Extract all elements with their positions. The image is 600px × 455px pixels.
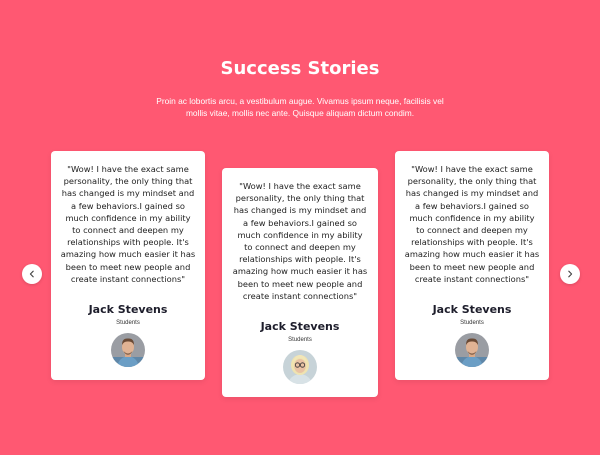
testimonial-quote: "Wow! I have the exact same personality,…: [60, 164, 196, 284]
section-title: Success Stories: [220, 58, 380, 79]
testimonial-card: "Wow! I have the exact same personality,…: [51, 151, 205, 380]
testimonial-card: "Wow! I have the exact same personality,…: [395, 151, 549, 380]
testimonial-name: Jack Stevens: [260, 320, 340, 334]
avatar: [283, 350, 317, 385]
section-subtitle: Proin ac lobortis arcu, a vestibulum aug…: [156, 96, 444, 118]
testimonial-card: "Wow! I have the exact same personality,…: [222, 168, 378, 397]
testimonial-role: Students: [288, 337, 312, 344]
chevron-right-icon: [568, 270, 573, 278]
testimonial-role: Students: [460, 320, 484, 327]
testimonial-quote: "Wow! I have the exact same personality,…: [404, 164, 540, 284]
section-header: Success Stories Proin ac lobortis arcu, …: [0, 58, 600, 119]
carousel-prev-button[interactable]: [22, 264, 42, 284]
testimonial-quote: "Wow! I have the exact same personality,…: [232, 181, 368, 301]
chevron-left-icon: [29, 270, 34, 278]
avatar: [455, 333, 489, 368]
testimonial-name: Jack Stevens: [88, 303, 168, 317]
avatar: [111, 333, 145, 368]
testimonial-name: Jack Stevens: [432, 303, 512, 317]
testimonial-role: Students: [116, 320, 140, 327]
carousel-next-button[interactable]: [560, 264, 580, 284]
